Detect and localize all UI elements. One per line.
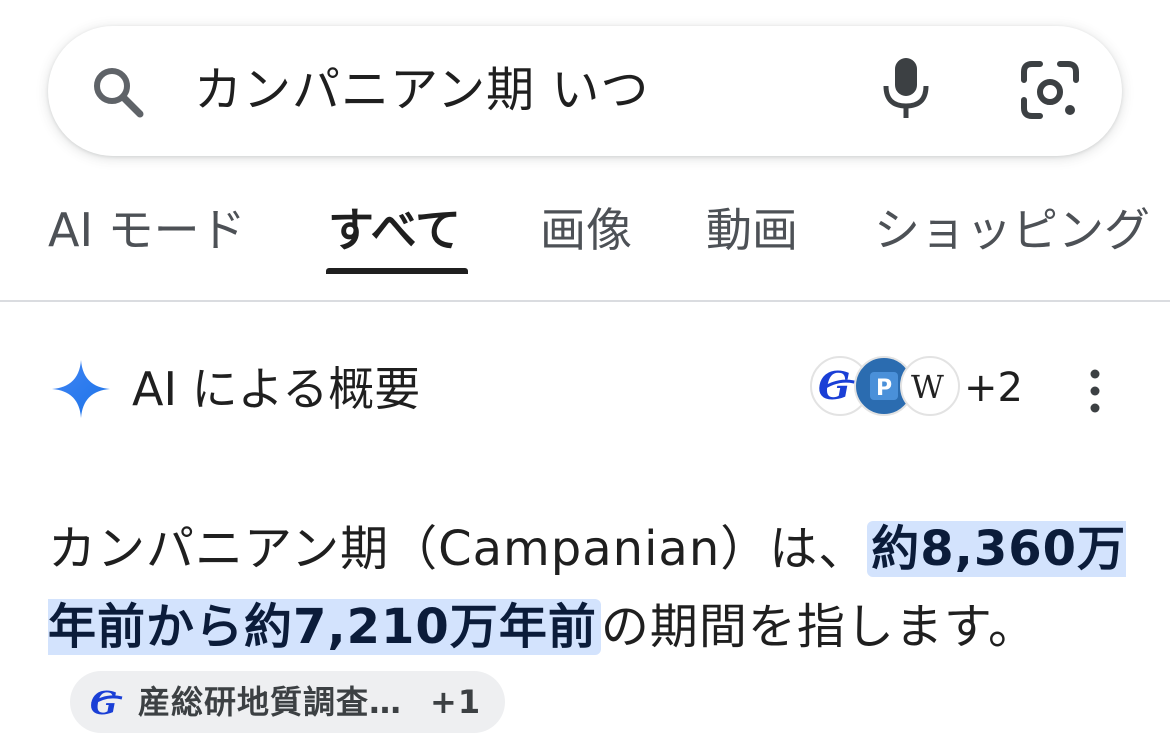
search-icon[interactable] xyxy=(88,62,148,122)
citation-chip-label: 産総研地質調査… xyxy=(138,683,403,721)
ai-overview-answer: カンパニアン期（Campanian）は、約8,360万年前から約7,210万年前… xyxy=(48,510,1138,744)
active-tab-indicator xyxy=(326,268,468,274)
gsj-icon: G xyxy=(90,684,123,722)
citation-chip[interactable]: G 産総研地質調査… +1 xyxy=(70,671,506,733)
tab-ai-mode[interactable]: AI モード xyxy=(48,200,246,260)
microphone-icon[interactable] xyxy=(876,56,936,122)
ai-overview-title: AI による概要 xyxy=(132,362,421,416)
google-lens-icon[interactable] xyxy=(1018,58,1082,122)
svg-text:P: P xyxy=(876,376,892,401)
citation-chip-more: +1 xyxy=(430,683,482,721)
search-results-page: カンパニアン期 いつ AI モード すべて 画像 動画 ショッピング AI によ… xyxy=(0,0,1170,748)
svg-text:W: W xyxy=(911,368,944,406)
search-tabs: AI モード すべて 画像 動画 ショッピング xyxy=(0,186,1170,302)
tab-shopping[interactable]: ショッピング xyxy=(874,200,1150,260)
ai-overview-sources[interactable]: G P W xyxy=(810,356,960,420)
answer-text-part1: カンパニアン期（Campanian）は、 xyxy=(48,521,868,577)
tab-all[interactable]: すべて xyxy=(328,200,461,260)
tab-videos[interactable]: 動画 xyxy=(706,200,798,260)
wikipedia-icon: W xyxy=(900,356,960,416)
svg-text:G: G xyxy=(818,366,850,406)
ai-sparkle-icon xyxy=(52,360,110,418)
more-sources-count[interactable]: +2 xyxy=(964,360,1023,416)
search-input[interactable]: カンパニアン期 いつ xyxy=(194,58,649,122)
answer-text-part2: の期間を指します。 xyxy=(600,599,1038,655)
more-options-icon[interactable] xyxy=(1080,368,1110,414)
tabs-divider xyxy=(0,300,1170,302)
tab-images[interactable]: 画像 xyxy=(540,200,632,260)
